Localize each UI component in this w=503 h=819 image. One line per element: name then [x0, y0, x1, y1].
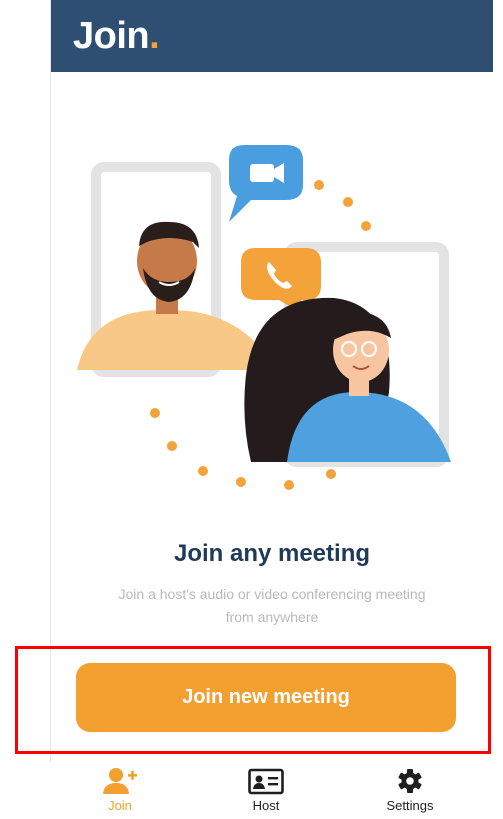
add-user-icon — [103, 768, 137, 794]
page-title: Join any meeting — [173, 540, 371, 567]
join-new-meeting-button[interactable]: Join new meeting — [76, 663, 456, 732]
video-camera-icon — [229, 145, 303, 222]
id-card-icon — [248, 768, 284, 795]
gear-icon — [398, 769, 422, 793]
bottom-tab-bar: Join Host Settings — [50, 762, 492, 819]
tab-host[interactable]: Host — [211, 762, 321, 819]
page-subtitle: Join a host's audio or video conferencin… — [118, 586, 426, 625]
meeting-illustration — [77, 145, 451, 490]
tab-join-label: Join — [108, 798, 132, 813]
tab-settings[interactable]: Settings — [355, 762, 465, 819]
tab-settings-label: Settings — [386, 798, 434, 813]
app-header: Join. — [51, 0, 493, 72]
tab-host-label: Host — [252, 798, 280, 813]
woman-avatar — [244, 297, 451, 462]
tab-join[interactable]: Join — [65, 762, 175, 819]
app-logo: Join. — [73, 15, 160, 57]
